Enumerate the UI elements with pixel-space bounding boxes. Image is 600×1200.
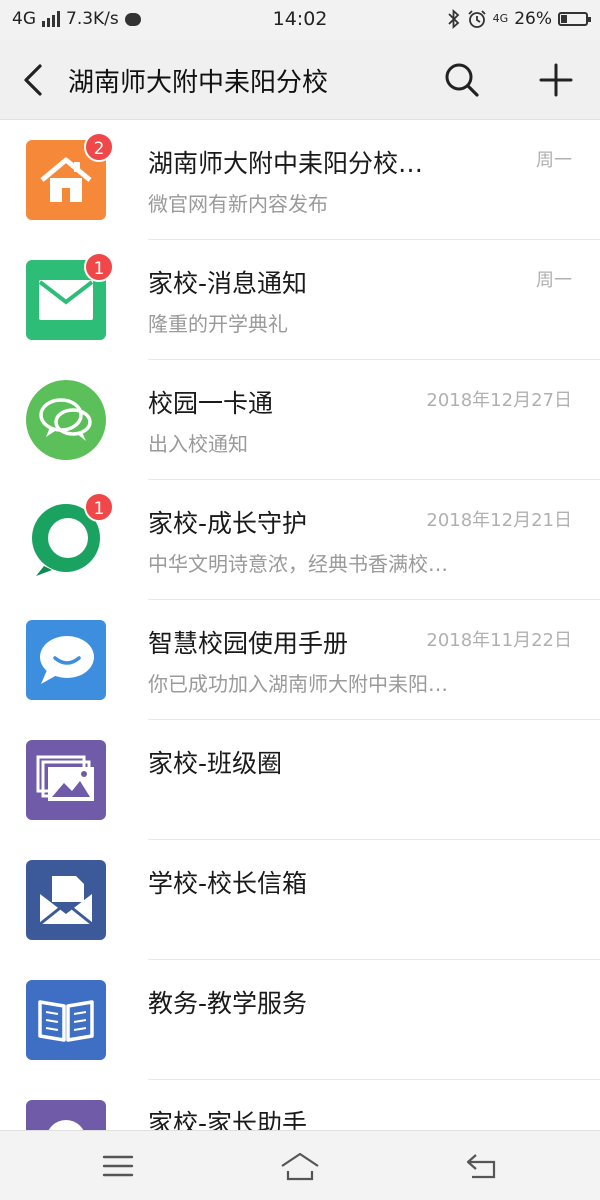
service-list: 2 湖南师大附中耒阳分校… 微官网有新内容发布 周一 1 家校-消息通知 隆重的…: [0, 120, 600, 1130]
list-item[interactable]: 教务-教学服务: [0, 960, 600, 1080]
item-preview: 出入校通知: [148, 432, 248, 456]
item-preview: 微官网有新内容发布: [148, 192, 328, 216]
menu-icon[interactable]: [98, 1149, 138, 1183]
chat-bubbles-icon: [26, 380, 106, 460]
list-item[interactable]: 校园一卡通 出入校通知 2018年12月27日: [0, 360, 600, 480]
item-title: 家校-成长守护: [148, 509, 308, 538]
back-arrow-icon[interactable]: [14, 58, 54, 102]
alarm-icon: [468, 10, 486, 28]
battery-icon: [558, 12, 591, 26]
item-title: 湖南师大附中耒阳分校…: [148, 149, 424, 178]
back-icon[interactable]: [462, 1149, 502, 1183]
mail-letter-icon: [26, 860, 106, 940]
item-title: 家校-班级圈: [148, 749, 283, 778]
item-preview: 隆重的开学典礼: [148, 312, 288, 336]
search-icon[interactable]: [442, 60, 482, 100]
list-item[interactable]: 家校-家长助手: [0, 1080, 600, 1130]
plus-icon[interactable]: [536, 60, 576, 100]
list-item[interactable]: 1 家校-成长守护 中华文明诗意浓，经典书香满校… 2018年12月21日: [0, 480, 600, 600]
unread-badge: 1: [84, 252, 114, 282]
item-title: 校园一卡通: [148, 389, 274, 418]
item-time: 2018年11月22日: [426, 630, 572, 651]
status-bar: 4G 7.3K/s 14:02 4G 26%: [0, 0, 600, 40]
battery-percent: 26%: [514, 9, 552, 29]
item-preview: 你已成功加入湖南师大附中耒阳…: [148, 672, 448, 696]
app-header: 湖南师大附中耒阳分校: [0, 40, 600, 120]
list-item[interactable]: 1 家校-消息通知 隆重的开学典礼 周一: [0, 240, 600, 360]
item-title: 教务-教学服务: [148, 989, 308, 1018]
list-item[interactable]: 智慧校园使用手册 你已成功加入湖南师大附中耒阳… 2018年11月22日: [0, 600, 600, 720]
item-time: 2018年12月21日: [426, 510, 572, 531]
page-title: 湖南师大附中耒阳分校: [68, 68, 329, 98]
bluetooth-icon: [448, 9, 459, 29]
item-title: 智慧校园使用手册: [148, 629, 349, 658]
item-time: 2018年12月27日: [426, 390, 572, 411]
item-time: 周一: [536, 150, 572, 171]
unread-badge: 1: [84, 492, 114, 522]
item-title: 家校-家长助手: [148, 1109, 308, 1130]
smile-bubble-icon: [26, 620, 106, 700]
open-book-icon: [26, 980, 106, 1060]
unread-badge: 2: [84, 132, 114, 162]
list-item[interactable]: 家校-班级圈: [0, 720, 600, 840]
system-nav-bar: [0, 1130, 600, 1200]
home-icon[interactable]: [280, 1149, 320, 1183]
item-preview: 中华文明诗意浓，经典书香满校…: [148, 552, 448, 576]
item-time: 周一: [536, 270, 572, 291]
item-title: 家校-消息通知: [148, 269, 308, 298]
list-item[interactable]: 学校-校长信箱: [0, 840, 600, 960]
photo-album-icon: [26, 740, 106, 820]
network-4g-label: 4G: [492, 12, 509, 25]
assistant-icon: [26, 1100, 106, 1130]
list-item[interactable]: 2 湖南师大附中耒阳分校… 微官网有新内容发布 周一: [0, 120, 600, 240]
item-title: 学校-校长信箱: [148, 869, 308, 898]
status-right: 4G 26%: [447, 9, 591, 29]
